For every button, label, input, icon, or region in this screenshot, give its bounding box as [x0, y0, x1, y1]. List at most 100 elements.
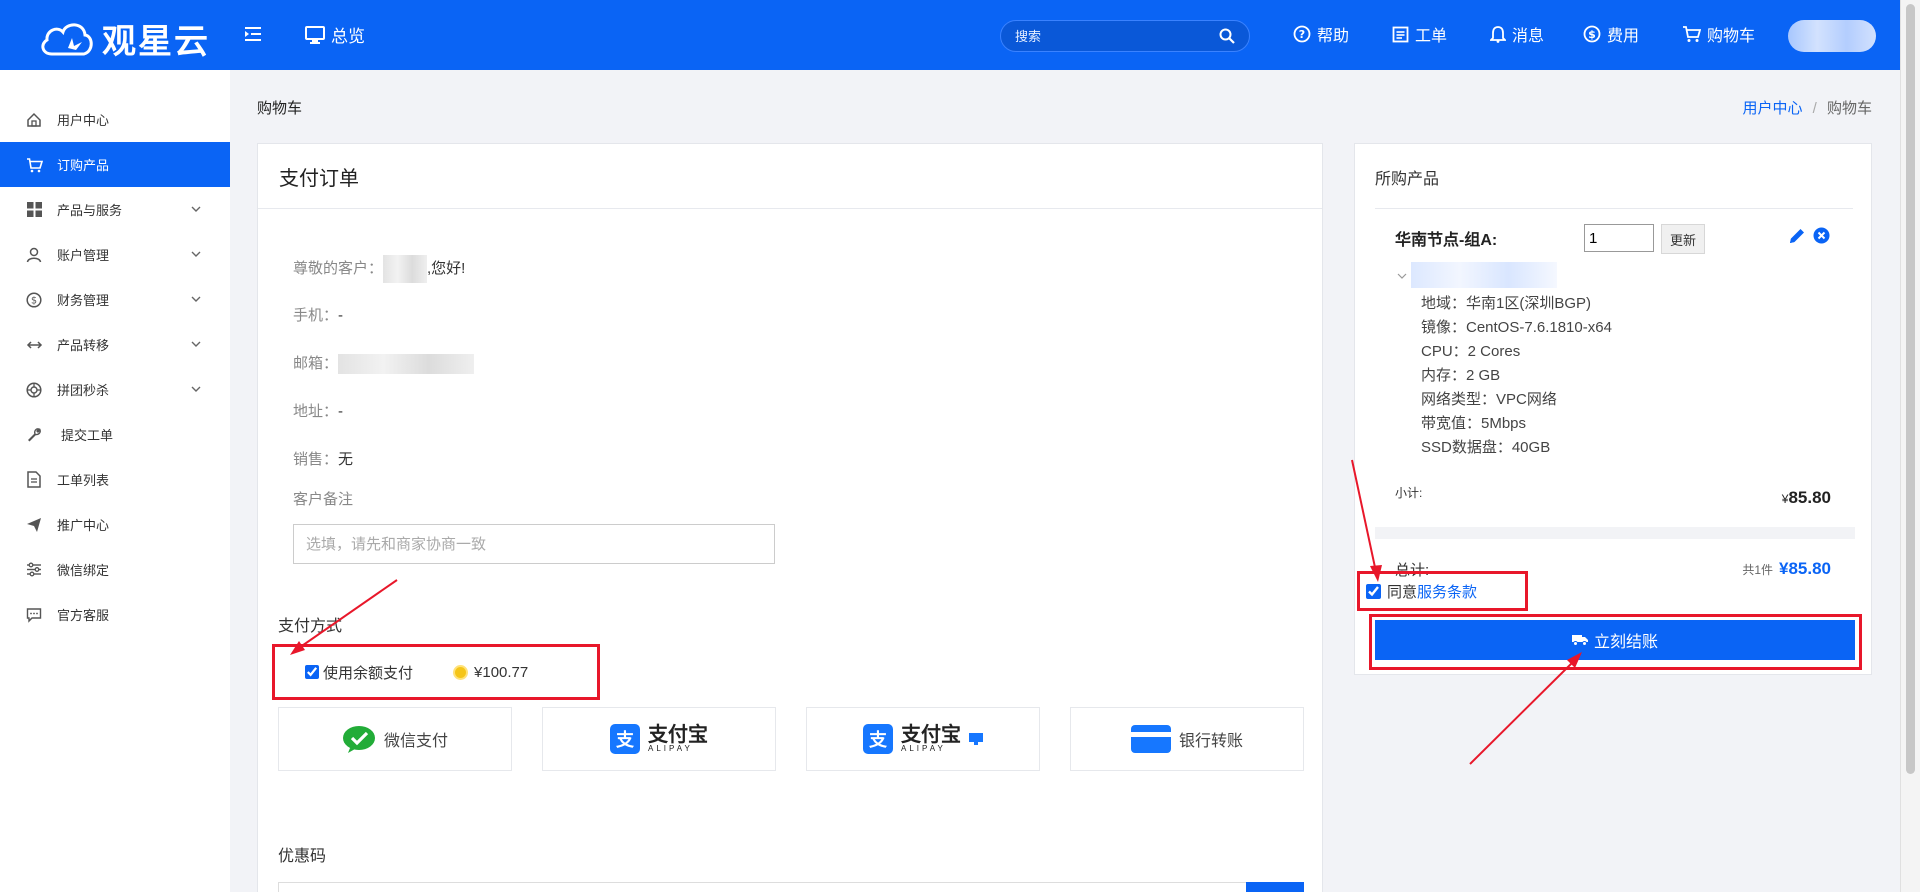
sidebar-item-transfer[interactable]: 产品转移	[0, 322, 230, 367]
terms-agreement: 同意 服务条款	[1357, 571, 1528, 611]
balance-amount: ¥100.77	[474, 663, 529, 681]
sidebar-item-wechat-bind[interactable]: 微信绑定	[0, 547, 230, 592]
pay-method-label: 银行转账	[1178, 733, 1243, 750]
search-input[interactable]	[1015, 28, 1219, 44]
terms-checkbox[interactable]	[1366, 583, 1381, 599]
sidebar-item-label: 用户中心	[57, 113, 110, 128]
nav-ticket[interactable]: 工单	[1392, 22, 1447, 46]
product-specs: 地域：华南1区(深圳BGP) 镜像：CentOS-7.6.1810-x64 CP…	[1421, 292, 1612, 460]
update-button[interactable]: 更新	[1661, 224, 1705, 254]
svg-text:支: 支	[615, 729, 635, 751]
alipay-pc-wordmark: 支付宝 ALIPAY	[901, 725, 961, 753]
coupon-input[interactable]	[278, 882, 1250, 892]
alipay-wordmark: 支付宝 ALIPAY	[648, 725, 708, 753]
spec-image: 镜像：CentOS-7.6.1810-x64	[1421, 319, 1612, 336]
user-icon	[25, 246, 43, 264]
spec-region: 地域：华南1区(深圳BGP)	[1421, 295, 1592, 312]
separator-strip	[1375, 527, 1855, 539]
address-row: 地址：-	[293, 400, 343, 421]
sales-label: 销售：	[293, 451, 339, 468]
monitor-icon	[969, 733, 983, 745]
remark-label: 客户备注	[293, 491, 354, 508]
balance-checkbox[interactable]	[305, 665, 319, 679]
logo[interactable]: 观星云	[38, 14, 210, 63]
chevron-down-icon[interactable]	[1397, 272, 1407, 280]
spec-network: 网络类型：VPC网络	[1421, 391, 1557, 408]
product-name: 华南节点-组A:	[1395, 232, 1498, 249]
nav-messages-label: 消息	[1512, 28, 1545, 45]
sidebar-item-order-products[interactable]: 订购产品	[0, 142, 230, 187]
cart-icon	[25, 156, 43, 174]
subtotal-value: ¥85.80	[1782, 488, 1831, 508]
pay-method-label: 支付宝	[648, 724, 708, 746]
nav-messages[interactable]: 消息	[1490, 22, 1544, 46]
pay-method-wechat[interactable]: 微信支付	[278, 707, 512, 771]
home-icon	[25, 111, 43, 129]
sidebar-item-label: 财务管理	[57, 293, 110, 308]
nav-fees[interactable]: $ 费用	[1583, 22, 1639, 46]
coin-icon	[453, 664, 469, 680]
address-label: 地址：	[293, 403, 339, 420]
sidebar-item-label: 拼团秒杀	[57, 383, 110, 398]
sidebar-item-ticket-list[interactable]: 工单列表	[0, 457, 230, 502]
close-circle-icon[interactable]	[1813, 227, 1830, 244]
sidebar-item-products-services[interactable]: 产品与服务	[0, 187, 230, 232]
svg-text:支: 支	[868, 729, 888, 751]
greeting-suffix: ,您好!	[427, 259, 466, 277]
pay-method-alipay[interactable]: 支 支付宝 ALIPAY	[542, 707, 776, 771]
coupon-apply-button[interactable]	[1246, 882, 1304, 892]
sidebar-item-group-buy[interactable]: 拼团秒杀	[0, 367, 230, 412]
nav-overview[interactable]: 总览	[305, 22, 365, 47]
sidebar-item-user-center[interactable]: 用户中心	[0, 97, 230, 142]
pay-method-alipay-pc[interactable]: 支 支付宝 ALIPAY	[806, 707, 1040, 771]
sidebar-item-label: 微信绑定	[57, 563, 110, 578]
phone-label: 手机：	[293, 307, 339, 324]
terms-link[interactable]: 服务条款	[1417, 581, 1477, 602]
email-label: 邮箱：	[293, 355, 339, 372]
sidebar-item-finance[interactable]: $ 财务管理	[0, 277, 230, 322]
pay-method-bank-transfer[interactable]: 银行转账	[1070, 707, 1304, 771]
breadcrumb-link-user-center[interactable]: 用户中心	[1742, 100, 1802, 117]
payment-method-label: 支付方式	[278, 618, 343, 635]
nav-help[interactable]: ? 帮助	[1293, 22, 1349, 46]
pay-method-label: 微信支付	[383, 733, 448, 750]
nav-ticket-label: 工单	[1415, 28, 1448, 45]
quantity-input[interactable]	[1584, 224, 1654, 252]
remark-input[interactable]	[293, 524, 775, 564]
nav-cart-label: 购物车	[1707, 28, 1756, 45]
monitor-icon	[305, 25, 325, 44]
edit-icon[interactable]	[1788, 227, 1806, 245]
ticket-icon	[1392, 26, 1409, 42]
page-scrollbar[interactable]	[1900, 0, 1920, 892]
sidebar-item-account[interactable]: 账户管理	[0, 232, 230, 277]
terms-prefix: 同意	[1387, 583, 1418, 601]
sidebar-item-label: 账户管理	[57, 248, 110, 263]
sidebar-item-submit-ticket[interactable]: 提交工单	[0, 412, 230, 457]
sidebar-item-label: 产品与服务	[57, 203, 123, 218]
user-avatar-blurred[interactable]	[1788, 20, 1876, 52]
payment-methods: 微信支付 支 支付宝 ALIPAY 支 支付宝 ALIPAY 银行转账	[278, 707, 1304, 771]
payment-order-panel: 支付订单 尊敬的客户： ,您好! 手机：- 邮箱： 地址：- 销售：无 客户备注 …	[257, 143, 1323, 892]
sales-row: 销售：无	[293, 448, 353, 469]
chevron-down-icon	[191, 386, 201, 392]
sales-value: 无	[338, 451, 354, 468]
sidebar-item-label: 提交工单	[61, 428, 114, 443]
dollar-icon: $	[25, 291, 43, 309]
spec-cpu: CPU：2 Cores	[1421, 343, 1521, 360]
document-icon	[25, 471, 43, 489]
coupon-label: 优惠码	[278, 848, 327, 865]
cart-icon	[1683, 26, 1701, 42]
sidebar-item-support[interactable]: 官方客服	[0, 592, 230, 637]
chevron-down-icon	[191, 296, 201, 302]
checkout-button[interactable]: 立刻结账	[1375, 620, 1855, 660]
svg-text:$: $	[31, 295, 37, 306]
search-icon[interactable]	[1219, 28, 1235, 44]
menu-toggle-icon[interactable]	[243, 24, 263, 44]
sidebar-item-label: 订购产品	[57, 158, 110, 173]
sidebar-item-promotion[interactable]: 推广中心	[0, 502, 230, 547]
nav-cart[interactable]: 购物车	[1682, 22, 1755, 46]
cart-title: 所购产品	[1375, 171, 1440, 188]
scrollbar-thumb[interactable]	[1906, 4, 1915, 774]
logo-text: 观星云	[102, 23, 210, 61]
chat-icon	[25, 606, 43, 624]
